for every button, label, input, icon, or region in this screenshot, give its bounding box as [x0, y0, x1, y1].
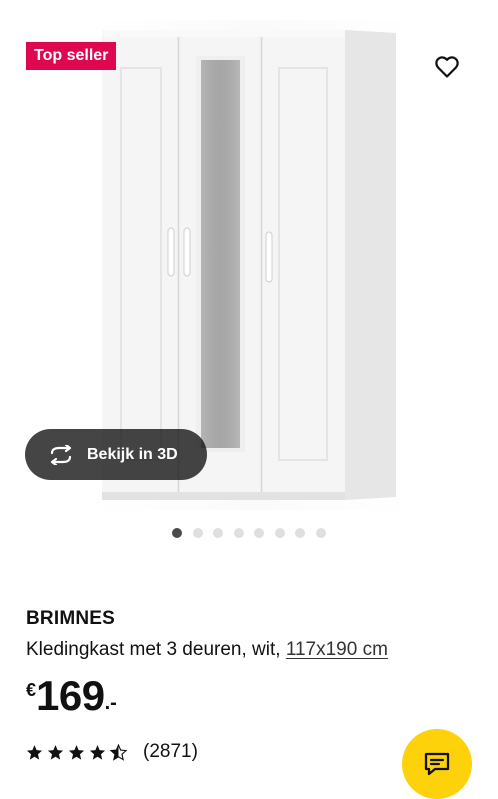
price-integer: 169: [36, 672, 105, 719]
rating-count: (2871): [143, 741, 198, 762]
carousel-dot[interactable]: [172, 528, 182, 538]
view-in-3d-button[interactable]: Bekijk in 3D: [25, 429, 207, 480]
product-size-link[interactable]: 117x190 cm: [286, 639, 388, 660]
star-half-icon: [110, 743, 127, 761]
rotate-3d-icon: [50, 444, 72, 465]
carousel-dot[interactable]: [213, 528, 223, 538]
star-icon: [47, 744, 64, 760]
price-currency: €: [26, 680, 37, 700]
product-description-text: Kledingkast met 3 deuren, wit,: [26, 639, 281, 660]
star-icon: [26, 744, 43, 760]
product-rating[interactable]: (2871): [26, 741, 198, 763]
favorite-button[interactable]: [428, 48, 466, 86]
top-seller-badge: Top seller: [26, 42, 117, 70]
star-icon: [68, 744, 85, 760]
product-name: BRIMNES: [26, 608, 116, 629]
carousel-dot[interactable]: [315, 528, 326, 538]
chat-bubble-icon: [424, 752, 450, 776]
carousel-indicator: [172, 528, 326, 538]
product-price: € 169 .-: [26, 674, 117, 718]
carousel-dot[interactable]: [233, 528, 244, 538]
star-icon: [89, 744, 106, 760]
carousel-dot[interactable]: [274, 528, 285, 538]
price-suffix: .-: [104, 692, 117, 714]
product-description: Kledingkast met 3 deuren, wit, 117x190 c…: [26, 639, 388, 661]
carousel-dot[interactable]: [254, 528, 264, 538]
heart-outline-icon: [435, 56, 459, 78]
product-image-carousel[interactable]: Top seller Bekijk in 3D: [0, 0, 498, 515]
carousel-dot[interactable]: [295, 528, 305, 538]
carousel-dot[interactable]: [192, 528, 203, 538]
view-in-3d-label: Bekijk in 3D: [87, 445, 178, 463]
